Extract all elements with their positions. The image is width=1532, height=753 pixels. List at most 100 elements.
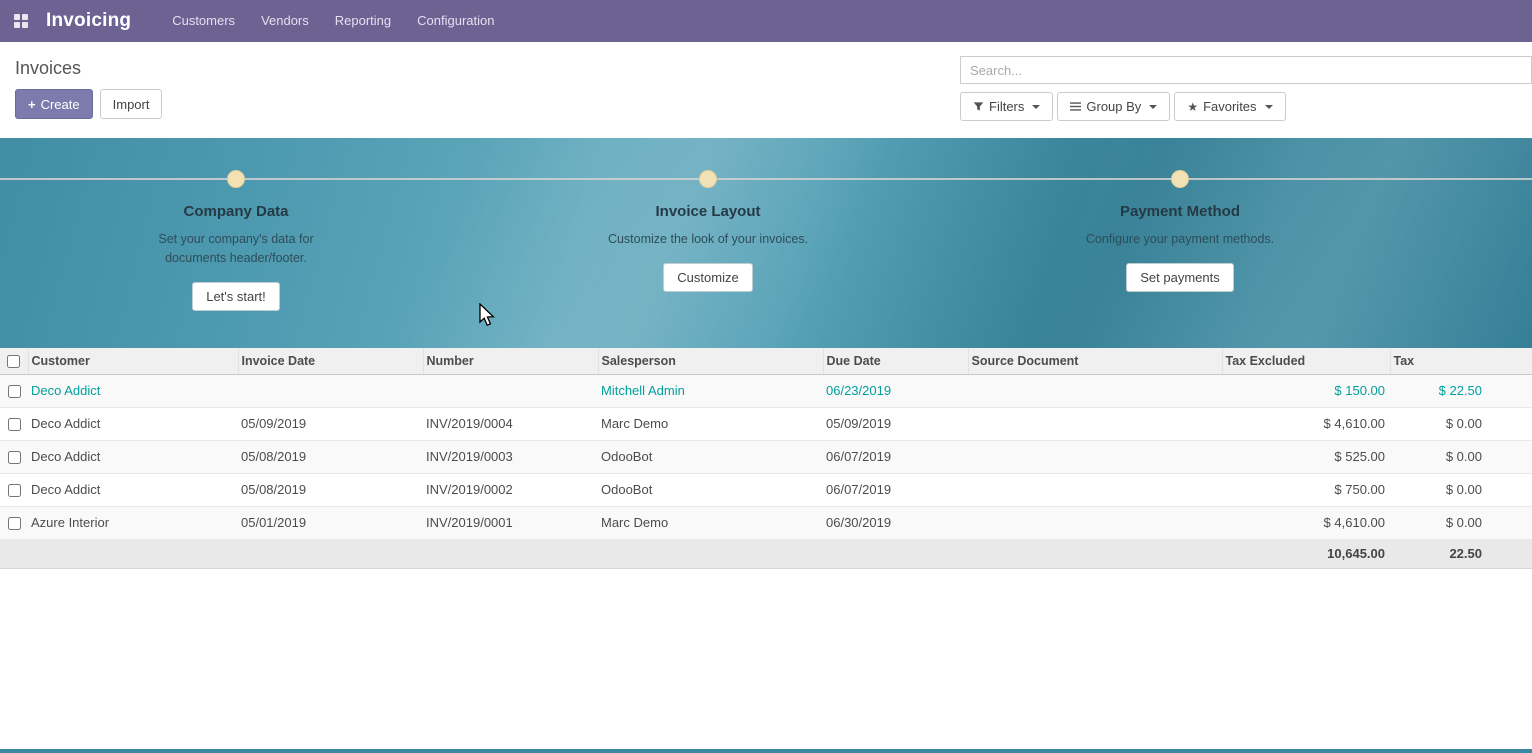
onboarding-banner: Company Data Set your company's data for… — [0, 138, 1532, 348]
plus-icon: + — [28, 97, 36, 112]
header-due-date[interactable]: Due Date — [823, 348, 968, 374]
menu-customers[interactable]: Customers — [159, 0, 248, 42]
header-customer[interactable]: Customer — [28, 348, 238, 374]
table-row[interactable]: Deco Addict 05/09/2019 INV/2019/0004 Mar… — [0, 407, 1532, 440]
invoice-date-cell — [238, 374, 423, 407]
tax-cell: $ 0.00 — [1390, 407, 1532, 440]
number-cell: INV/2019/0004 — [423, 407, 598, 440]
control-panel: Invoices +Create Import Filters Group By… — [0, 42, 1532, 138]
onboarding-step-company-data: Company Data Set your company's data for… — [0, 138, 472, 348]
row-checkbox[interactable] — [8, 451, 21, 464]
row-checkbox[interactable] — [8, 517, 21, 530]
tax-excluded-cell: $ 150.00 — [1222, 374, 1390, 407]
salesperson-cell: Marc Demo — [598, 407, 823, 440]
onboarding-step-invoice-layout: Invoice Layout Customize the look of you… — [472, 138, 944, 348]
tax-excluded-cell: $ 525.00 — [1222, 440, 1390, 473]
total-tax: 22.50 — [1390, 539, 1532, 568]
due-date-cell: 06/07/2019 — [823, 473, 968, 506]
filters-button[interactable]: Filters — [960, 92, 1053, 121]
salesperson-link[interactable]: Mitchell Admin — [601, 383, 685, 398]
due-date-cell: 06/30/2019 — [823, 506, 968, 539]
row-checkbox[interactable] — [8, 418, 21, 431]
invoice-date-cell: 05/01/2019 — [238, 506, 423, 539]
import-button[interactable]: Import — [100, 89, 163, 119]
step-title: Invoice Layout — [655, 203, 760, 220]
table-totals-row: 10,645.00 22.50 — [0, 539, 1532, 568]
row-checkbox[interactable] — [8, 385, 21, 398]
due-date-cell: 05/09/2019 — [823, 407, 968, 440]
select-all-checkbox[interactable] — [7, 355, 20, 368]
tax-cell: $ 0.00 — [1390, 473, 1532, 506]
row-checkbox[interactable] — [8, 484, 21, 497]
customer-cell: Azure Interior — [28, 506, 238, 539]
menu-reporting[interactable]: Reporting — [322, 0, 404, 42]
top-navbar: Invoicing Customers Vendors Reporting Co… — [0, 0, 1532, 42]
customer-link[interactable]: Deco Addict — [31, 383, 100, 398]
step-description: Configure your payment methods. — [1086, 230, 1274, 249]
header-invoice-date[interactable]: Invoice Date — [238, 348, 423, 374]
step-description: Set your company's data for documents he… — [134, 230, 339, 268]
customer-cell: Deco Addict — [28, 440, 238, 473]
menu-vendors[interactable]: Vendors — [248, 0, 322, 42]
header-source-document[interactable]: Source Document — [968, 348, 1222, 374]
tax-cell: $ 22.50 — [1390, 374, 1532, 407]
number-cell: INV/2019/0002 — [423, 473, 598, 506]
header-tax-excluded[interactable]: Tax Excluded — [1222, 348, 1390, 374]
app-title[interactable]: Invoicing — [46, 10, 131, 32]
total-tax-excluded: 10,645.00 — [1222, 539, 1390, 568]
group-by-button[interactable]: Group By — [1057, 92, 1170, 121]
header-number[interactable]: Number — [423, 348, 598, 374]
header-tax[interactable]: Tax — [1390, 348, 1532, 374]
customer-cell: Deco Addict — [28, 473, 238, 506]
source-document-cell — [968, 506, 1222, 539]
content-whitespace — [0, 569, 1532, 750]
table-row[interactable]: Deco Addict 05/08/2019 INV/2019/0003 Odo… — [0, 440, 1532, 473]
navbar-menu: Customers Vendors Reporting Configuratio… — [159, 0, 507, 42]
source-document-cell — [968, 407, 1222, 440]
table-row[interactable]: Azure Interior 05/01/2019 INV/2019/0001 … — [0, 506, 1532, 539]
customer-cell: Deco Addict — [28, 407, 238, 440]
salesperson-cell: OdooBot — [598, 440, 823, 473]
table-row[interactable]: Deco Addict 05/08/2019 INV/2019/0002 Odo… — [0, 473, 1532, 506]
set-payments-button[interactable]: Set payments — [1126, 263, 1234, 292]
create-button[interactable]: +Create — [15, 89, 93, 119]
tax-excluded-cell: $ 750.00 — [1222, 473, 1390, 506]
page-title: Invoices — [15, 56, 162, 80]
step-title: Company Data — [183, 203, 288, 220]
group-by-lines-icon — [1070, 101, 1081, 112]
source-document-cell — [968, 440, 1222, 473]
source-document-cell — [968, 374, 1222, 407]
invoice-date-cell: 05/09/2019 — [238, 407, 423, 440]
table-row[interactable]: Deco Addict Mitchell Admin 06/23/2019 $ … — [0, 374, 1532, 407]
salesperson-cell: OdooBot — [598, 473, 823, 506]
select-all-checkbox-cell — [0, 348, 28, 374]
menu-configuration[interactable]: Configuration — [404, 0, 507, 42]
tax-excluded-cell: $ 4,610.00 — [1222, 506, 1390, 539]
step-title: Payment Method — [1120, 203, 1240, 220]
search-input[interactable] — [960, 56, 1532, 84]
customize-button[interactable]: Customize — [663, 263, 752, 292]
number-cell — [423, 374, 598, 407]
apps-menu-icon[interactable] — [0, 0, 42, 42]
chevron-down-icon — [1032, 105, 1040, 113]
step-dot — [699, 170, 717, 188]
number-cell: INV/2019/0001 — [423, 506, 598, 539]
bottom-edge — [0, 749, 1532, 753]
invoice-date-cell: 05/08/2019 — [238, 440, 423, 473]
apps-grid-glyph — [14, 14, 28, 28]
table-header-row: Customer Invoice Date Number Salesperson… — [0, 348, 1532, 374]
filter-funnel-icon — [973, 101, 984, 112]
salesperson-cell: Marc Demo — [598, 506, 823, 539]
tax-cell: $ 0.00 — [1390, 506, 1532, 539]
lets-start-button[interactable]: Let's start! — [192, 282, 280, 311]
due-date-cell: 06/23/2019 — [823, 374, 968, 407]
header-salesperson[interactable]: Salesperson — [598, 348, 823, 374]
chevron-down-icon — [1265, 105, 1273, 113]
favorites-button[interactable]: ★ Favorites — [1174, 92, 1285, 121]
step-dot — [227, 170, 245, 188]
onboarding-step-payment-method: Payment Method Configure your payment me… — [944, 138, 1416, 348]
invoice-table: Customer Invoice Date Number Salesperson… — [0, 348, 1532, 569]
source-document-cell — [968, 473, 1222, 506]
chevron-down-icon — [1149, 105, 1157, 113]
tax-cell: $ 0.00 — [1390, 440, 1532, 473]
